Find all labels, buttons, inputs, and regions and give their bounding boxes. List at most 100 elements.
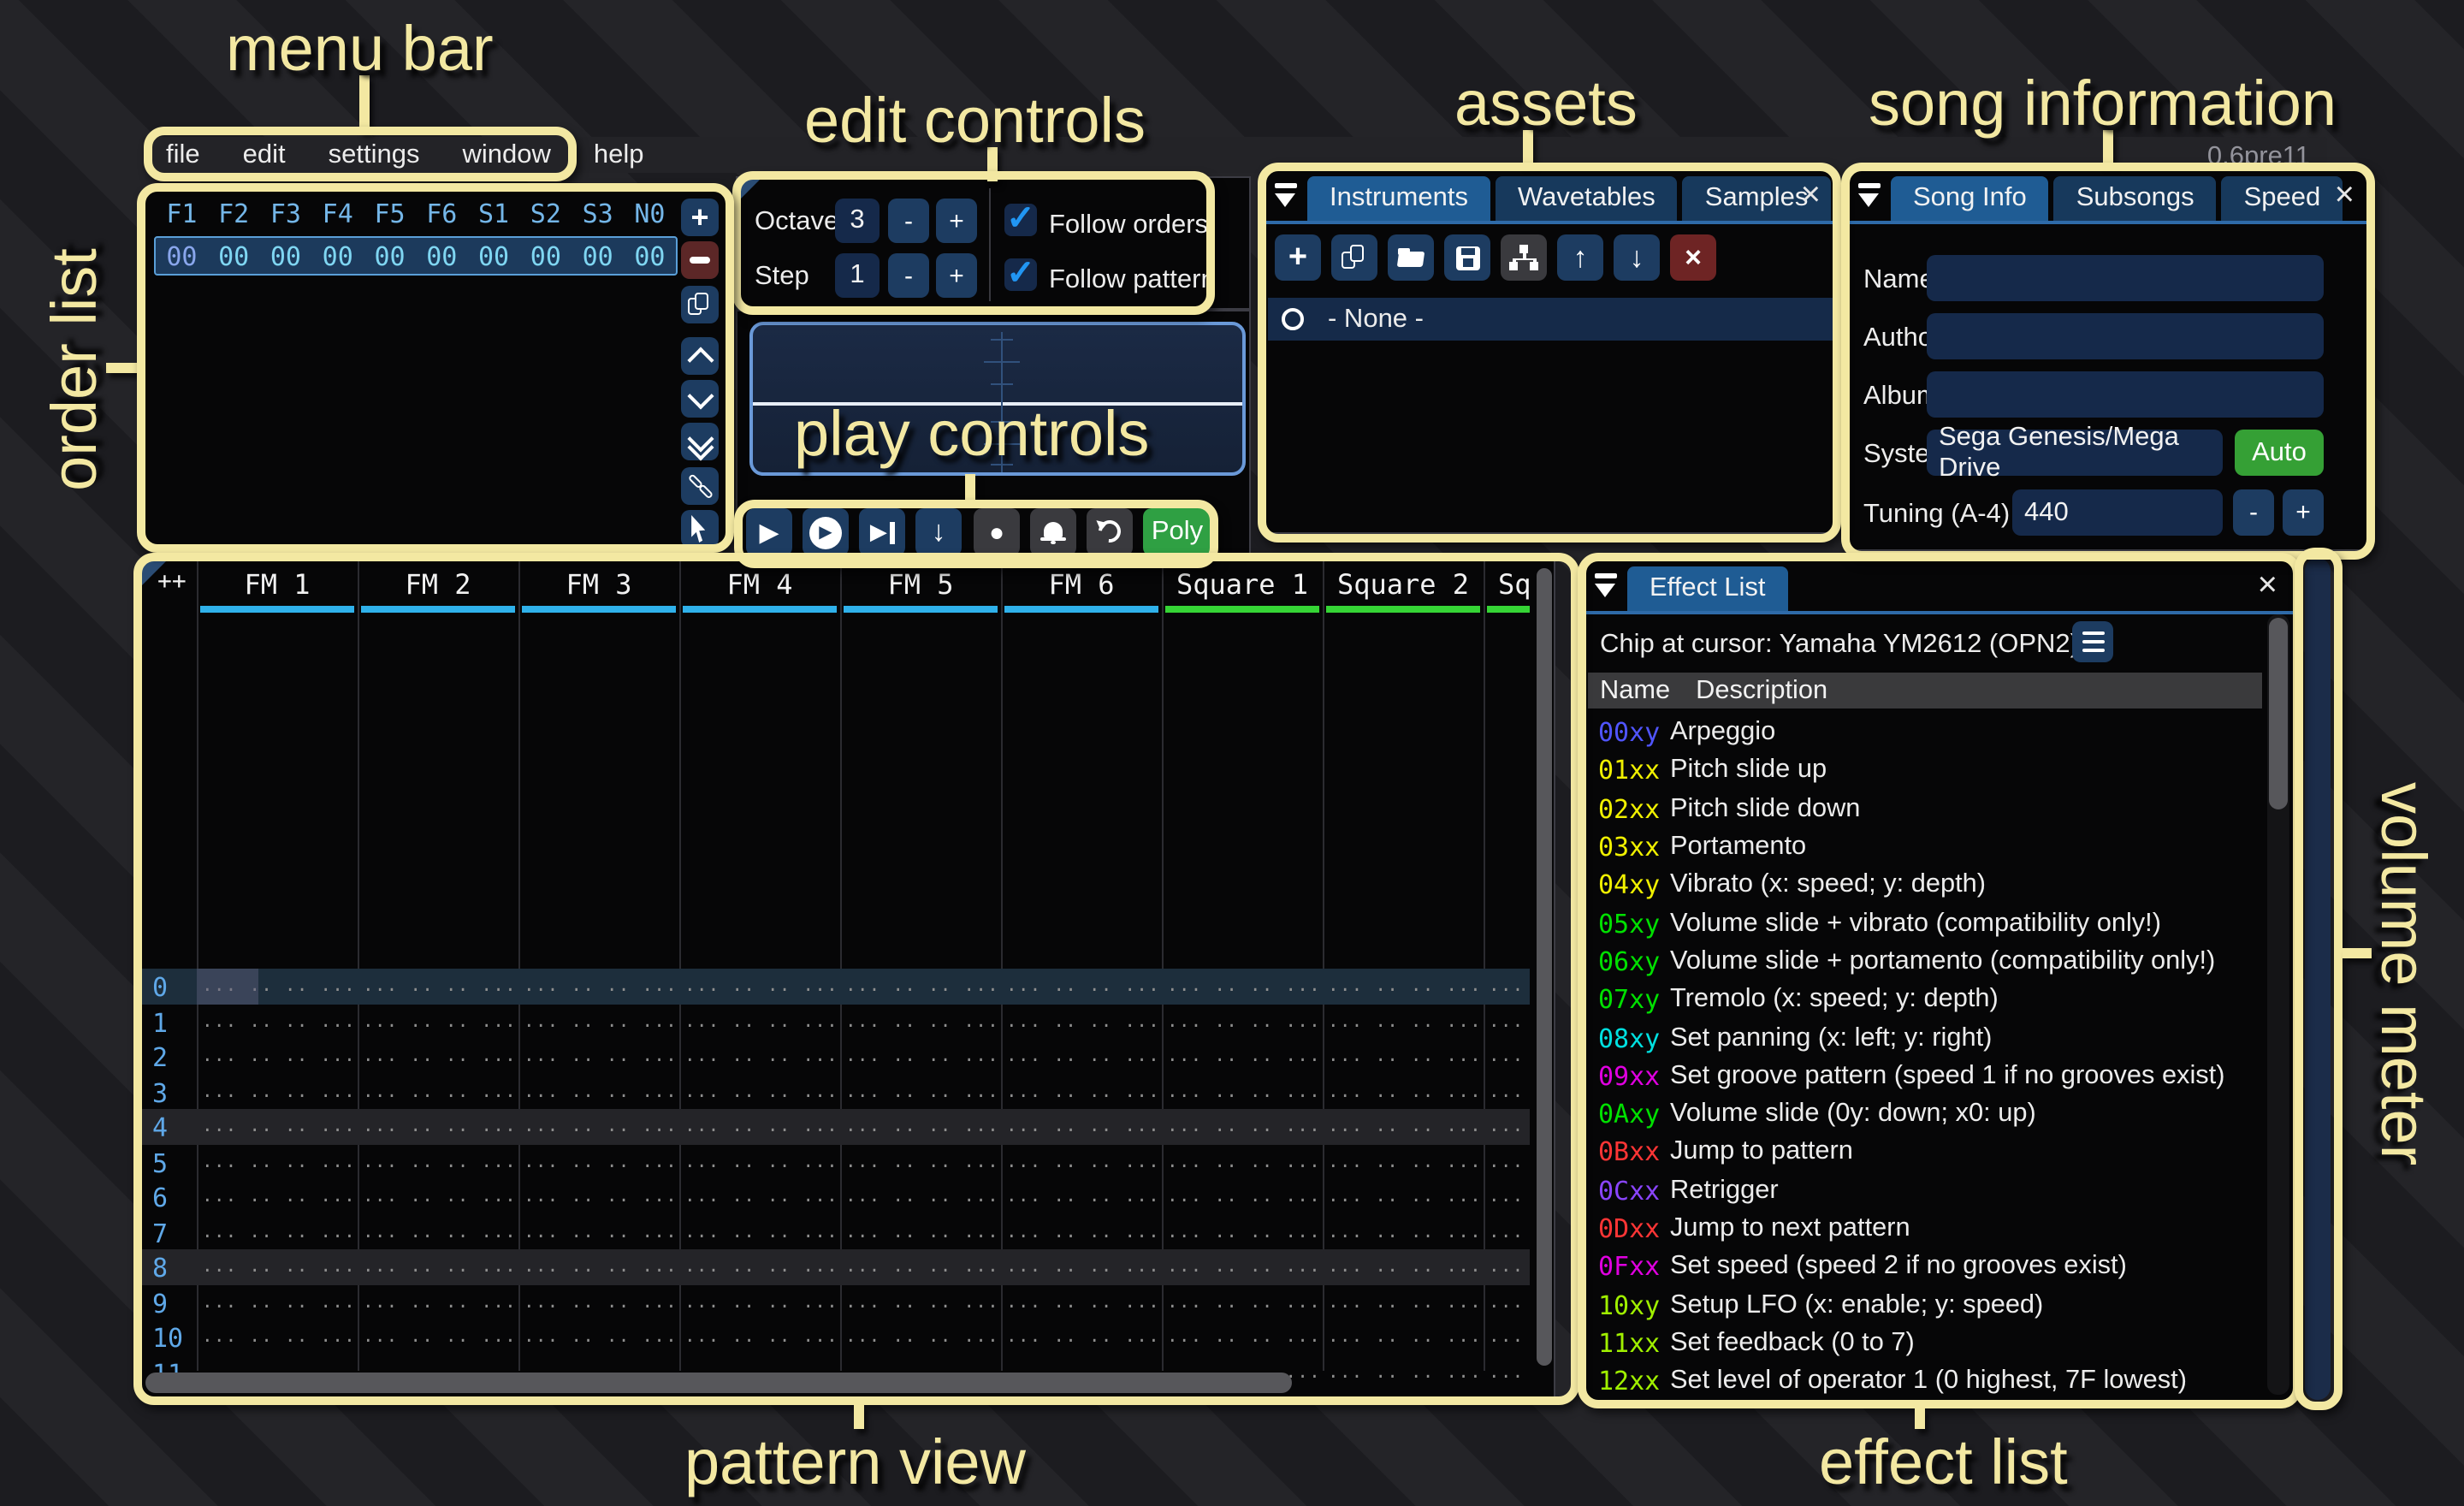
step-minus-button[interactable]: -: [888, 253, 929, 298]
effect-row[interactable]: 04xy Vibrato (x: speed; y: depth): [1588, 866, 2262, 904]
pattern-cell[interactable]: ... .. .. ....: [679, 1214, 840, 1249]
tuning-plus-button[interactable]: +: [2283, 489, 2324, 536]
pattern-cell[interactable]: ... .. .. ....: [518, 1179, 679, 1214]
metronome-button[interactable]: [1030, 508, 1076, 556]
pattern-cell[interactable]: ... .. .. ....: [1001, 969, 1162, 1004]
pattern-cell[interactable]: ... .. .. ....: [518, 1109, 679, 1144]
instrument-list-row[interactable]: - None -: [1268, 298, 1833, 341]
pattern-cell[interactable]: ... .. .. ....: [679, 1144, 840, 1179]
pattern-vertical-scrollbar[interactable]: [1537, 568, 1552, 1366]
pattern-row[interactable]: 0 ... .. .. .... ... .. .. .... ... .. .…: [142, 969, 1530, 1004]
pattern-cell[interactable]: ... .. .. ....: [1484, 1144, 1530, 1179]
pattern-cell[interactable]: ... .. .. ....: [1484, 1249, 1530, 1284]
pattern-cell[interactable]: ... .. .. ....: [518, 1319, 679, 1355]
pattern-cell[interactable]: ... .. .. ....: [518, 1214, 679, 1249]
pattern-cell[interactable]: ... .. .. ....: [1162, 1179, 1323, 1214]
pattern-cell[interactable]: ... .. .. ....: [1001, 1284, 1162, 1319]
order-move-up-button[interactable]: [681, 337, 719, 375]
pattern-cell[interactable]: ... .. .. ....: [358, 1039, 518, 1074]
menu-item-settings[interactable]: settings: [329, 142, 420, 169]
pattern-cell[interactable]: ... .. .. ....: [197, 1214, 358, 1249]
effect-row[interactable]: 0Cxx Retrigger: [1588, 1171, 2262, 1210]
pattern-cell[interactable]: ... .. .. ....: [840, 1179, 1001, 1214]
pattern-cell[interactable]: ... .. .. ....: [840, 969, 1001, 1004]
pattern-cell[interactable]: ... .. .. ....: [1323, 1109, 1484, 1144]
song-tab[interactable]: Speed: [2222, 176, 2343, 221]
asset-open-button[interactable]: [1388, 234, 1434, 281]
effect-row[interactable]: 12xx Set level of operator 1 (0 highest,…: [1588, 1362, 2262, 1401]
pattern-row[interactable]: 6 ... .. .. .... ... .. .. .... ... .. .…: [142, 1179, 1530, 1214]
pattern-cell[interactable]: ... .. .. ....: [358, 1249, 518, 1284]
pattern-cell[interactable]: ... .. .. ....: [197, 1039, 358, 1074]
asset-folders-button[interactable]: [1501, 234, 1547, 281]
pattern-cell[interactable]: ... .. .. ....: [1001, 1144, 1162, 1179]
pattern-cell[interactable]: ... .. .. ....: [1162, 969, 1323, 1004]
pattern-cell[interactable]: ... .. .. ....: [1162, 1144, 1323, 1179]
menu-item-file[interactable]: file: [166, 142, 200, 169]
pattern-cell[interactable]: ... .. .. ....: [1162, 1284, 1323, 1319]
pattern-cell[interactable]: ... .. .. ....: [1162, 1039, 1323, 1074]
pattern-cell[interactable]: ... .. .. ....: [1001, 1074, 1162, 1109]
pattern-row[interactable]: 10 ... .. .. .... ... .. .. .... ... .. …: [142, 1319, 1530, 1355]
order-duplicate-button[interactable]: [681, 286, 719, 323]
pattern-cell[interactable]: ... .. .. ....: [197, 1109, 358, 1144]
assets-tab[interactable]: Wavetables: [1496, 176, 1678, 221]
pattern-cell[interactable]: ... .. .. ....: [1323, 1074, 1484, 1109]
menu-item-edit[interactable]: edit: [243, 142, 286, 169]
effect-row[interactable]: 03xx Portamento: [1588, 828, 2262, 867]
pattern-cell[interactable]: ... .. .. ....: [197, 1319, 358, 1355]
pattern-cell[interactable]: ... .. .. ....: [1001, 1109, 1162, 1144]
pattern-cell[interactable]: ... .. .. ....: [1162, 1214, 1323, 1249]
pattern-row[interactable]: 7 ... .. .. .... ... .. .. .... ... .. .…: [142, 1214, 1530, 1249]
order-cell[interactable]: 00: [260, 240, 312, 271]
pattern-cell[interactable]: ... .. .. ....: [1484, 1214, 1530, 1249]
song-tab[interactable]: Subsongs: [2054, 176, 2217, 221]
order-column-header[interactable]: F2: [208, 199, 260, 229]
collapse-icon[interactable]: [1858, 183, 1882, 206]
pattern-cell[interactable]: ... .. .. ....: [518, 1004, 679, 1039]
asset-move-up-button[interactable]: ↑: [1557, 234, 1603, 281]
pattern-cell[interactable]: ... .. .. ....: [1484, 1179, 1530, 1214]
order-column-header[interactable]: N0: [624, 199, 676, 229]
channel-header[interactable]: FM 6: [1001, 568, 1162, 613]
effect-row[interactable]: 06xy Volume slide + portamento (compatib…: [1588, 943, 2262, 981]
pattern-cell[interactable]: ... .. .. ....: [197, 1179, 358, 1214]
pattern-row[interactable]: 9 ... .. .. .... ... .. .. .... ... .. .…: [142, 1284, 1530, 1319]
order-column-header[interactable]: F1: [156, 199, 208, 229]
octave-minus-button[interactable]: -: [888, 199, 929, 243]
effect-row[interactable]: 11xx Set feedback (0 to 7): [1588, 1325, 2262, 1363]
order-column-header[interactable]: S1: [468, 199, 520, 229]
channel-header[interactable]: Square 1: [1162, 568, 1323, 613]
asset-delete-button[interactable]: ×: [1670, 234, 1716, 281]
pattern-cell[interactable]: ... .. .. ....: [679, 1074, 840, 1109]
pattern-cell[interactable]: ... .. .. ....: [679, 1039, 840, 1074]
close-icon[interactable]: ×: [2335, 178, 2354, 212]
asset-save-button[interactable]: [1444, 234, 1490, 281]
menu-item-help[interactable]: help: [594, 142, 644, 169]
pattern-cell[interactable]: ... .. .. ....: [1162, 1004, 1323, 1039]
pattern-cell[interactable]: ... .. .. ....: [1484, 1039, 1530, 1074]
channel-header[interactable]: FM 4: [679, 568, 840, 613]
order-row-selected[interactable]: 00000000000000000000: [154, 236, 678, 276]
pattern-cell[interactable]: ... .. .. ....: [1484, 1004, 1530, 1039]
pattern-row[interactable]: 1 ... .. .. .... ... .. .. .... ... .. .…: [142, 1004, 1530, 1039]
order-column-header[interactable]: F4: [311, 199, 364, 229]
pattern-row[interactable]: 5 ... .. .. .... ... .. .. .... ... .. .…: [142, 1144, 1530, 1179]
effect-row[interactable]: 0Bxx Jump to pattern: [1588, 1134, 2262, 1172]
effect-row[interactable]: 0Fxx Set speed (speed 2 if no grooves ex…: [1588, 1248, 2262, 1286]
move-cursor-down-button[interactable]: ↓: [915, 508, 962, 556]
order-column-header[interactable]: S2: [519, 199, 572, 229]
channel-header[interactable]: FM 5: [840, 568, 1001, 613]
order-remove-button[interactable]: [681, 241, 719, 279]
order-cell[interactable]: 00: [468, 240, 520, 271]
effect-row[interactable]: 05xy Volume slide + vibrato (compatibili…: [1588, 904, 2262, 943]
order-cell[interactable]: 00: [364, 240, 416, 271]
channel-header[interactable]: FM 1: [197, 568, 358, 613]
channel-header[interactable]: Square 2: [1323, 568, 1484, 613]
pattern-cell[interactable]: ... .. .. ....: [518, 1074, 679, 1109]
step-plus-button[interactable]: +: [936, 253, 977, 298]
octave-plus-button[interactable]: +: [936, 199, 977, 243]
pattern-cell[interactable]: ... .. .. ....: [1001, 1319, 1162, 1355]
effect-row[interactable]: 08xy Set panning (x: left; y: right): [1588, 1019, 2262, 1058]
order-cell[interactable]: 00: [572, 240, 624, 271]
